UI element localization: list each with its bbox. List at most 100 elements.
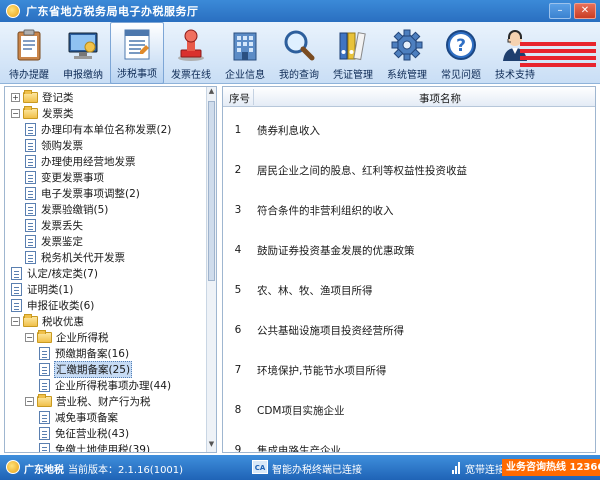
toolbar-button-clipboard[interactable]: 待办提醒 <box>2 22 56 84</box>
collapse-icon[interactable]: − <box>25 396 34 406</box>
tree-item[interactable]: − 营业税、财产行为税 <box>25 393 152 409</box>
toolbar-button-binders[interactable]: 凭证管理 <box>326 22 380 84</box>
row-item-name: 集成电路生产企业 <box>257 444 341 453</box>
toolbar-button-report[interactable]: 涉税事项 <box>110 22 164 84</box>
toolbar-button-building[interactable]: 企业信息 <box>218 22 272 84</box>
tree-item[interactable]: − 税收优惠 <box>11 313 85 329</box>
status-bar: 广东地税 当前版本：2.1.16(1001) CA 智能办税终端已连接 宽带连接… <box>0 455 600 480</box>
tree-item-label: 发票鉴定 <box>41 235 83 248</box>
tree-item[interactable]: 减免事项备案 <box>39 409 119 425</box>
tax-logo-icon <box>6 460 20 474</box>
list-row[interactable]: 6 公共基础设施项目投资经营所得 <box>223 310 595 350</box>
row-number: 5 <box>234 284 242 296</box>
report-icon <box>120 27 154 61</box>
hotline-banner: 业务咨询热线 12366 <box>502 459 600 476</box>
toolbar-button-monitor[interactable]: 申报缴纳 <box>56 22 110 84</box>
tree-item[interactable]: 证明类(1) <box>11 281 74 297</box>
collapse-icon[interactable]: − <box>11 316 20 326</box>
folder-icon <box>23 89 38 103</box>
tree-item[interactable]: 办理使用经营地发票 <box>25 153 137 169</box>
tree-item[interactable]: 发票验缴销(5) <box>25 201 109 217</box>
folder-icon <box>37 329 52 343</box>
redacted-banner <box>520 42 596 70</box>
list-row[interactable]: 2 居民企业之间的股息、红利等权益性投资收益 <box>223 150 595 190</box>
scroll-thumb[interactable] <box>208 101 215 281</box>
toolbar-button-stamp[interactable]: 发票在线 <box>164 22 218 84</box>
tree-item[interactable]: 免缴土地使用税(39) <box>39 441 151 453</box>
document-icon <box>11 266 22 280</box>
tree-item[interactable]: 变更发票事项 <box>25 169 105 185</box>
list-row[interactable]: 3 符合条件的非营利组织的收入 <box>223 190 595 230</box>
status-version: 当前版本：2.1.16(1001) <box>68 465 184 476</box>
tree-item[interactable]: + 登记类 <box>11 89 75 105</box>
tree-item-label: 发票丢失 <box>41 219 83 232</box>
scroll-down-icon[interactable]: ▼ <box>207 440 216 452</box>
tree-item[interactable]: 免征营业税(43) <box>39 425 130 441</box>
tree-item[interactable]: − 发票类 <box>11 105 75 121</box>
tree-item-label: 免缴土地使用税(39) <box>55 443 151 453</box>
tree-item[interactable]: 企业所得税事项办理(44) <box>39 377 172 393</box>
document-icon <box>39 426 50 440</box>
tree-item-label: 证明类(1) <box>27 283 74 296</box>
ca-certificate-icon: CA <box>252 460 268 474</box>
tree-scrollbar[interactable]: ▲ ▼ <box>206 87 216 452</box>
tree-item-label: 办理使用经营地发票 <box>41 155 136 168</box>
tree-item[interactable]: 发票丢失 <box>25 217 84 233</box>
status-org: 广东地税 <box>24 465 64 476</box>
tree-item[interactable]: 税务机关代开发票 <box>25 249 126 265</box>
tree-item-label: 企业所得税 <box>56 331 109 344</box>
row-number: 9 <box>234 444 242 453</box>
document-icon <box>25 218 36 232</box>
toolbar-button-magnifier[interactable]: 我的查询 <box>272 22 326 84</box>
toolbar-button-gear[interactable]: 系统管理 <box>380 22 434 84</box>
toolbar-label: 申报缴纳 <box>63 70 103 81</box>
tree-item[interactable]: − 企业所得税 <box>25 329 110 345</box>
tree-item-label: 汇缴期备案(25) <box>54 360 133 378</box>
list-row[interactable]: 4 鼓励证券投资基金发展的优惠政策 <box>223 230 595 270</box>
status-connection: 智能办税终端已连接 <box>272 465 362 476</box>
tree-item[interactable]: 发票鉴定 <box>25 233 84 249</box>
row-item-name: 符合条件的非营利组织的收入 <box>257 204 394 217</box>
tree-item[interactable]: 办理印有本单位名称发票(2) <box>25 121 172 137</box>
document-icon <box>39 346 50 360</box>
list-row[interactable]: 5 农、林、牧、渔项目所得 <box>223 270 595 310</box>
tree-item[interactable]: 领购发票 <box>25 137 84 153</box>
row-number: 8 <box>234 404 242 416</box>
tree-item[interactable]: 汇缴期备案(25) <box>39 360 133 378</box>
collapse-icon[interactable]: − <box>11 108 20 118</box>
list-row[interactable]: 8 CDM项目实施企业 <box>223 390 595 430</box>
clipboard-icon <box>12 28 46 62</box>
tree-item-label: 变更发票事项 <box>41 171 104 184</box>
document-icon <box>11 282 22 296</box>
scroll-up-icon[interactable]: ▲ <box>207 87 216 99</box>
status-network: 宽带连接 <box>465 465 505 476</box>
close-button[interactable]: ✕ <box>574 3 596 19</box>
row-number: 7 <box>234 364 242 376</box>
collapse-icon[interactable]: − <box>25 332 34 342</box>
document-icon <box>25 138 36 152</box>
folder-icon <box>23 105 38 119</box>
tree-item[interactable]: 认定/核定类(7) <box>11 265 99 281</box>
row-number: 4 <box>234 244 242 256</box>
app-logo-icon <box>6 4 20 18</box>
list-row[interactable]: 1 债券利息收入 <box>223 110 595 150</box>
title-bar: 广东省地方税务局电子办税服务厅 – ✕ <box>0 0 600 22</box>
column-number-header: 序号 <box>229 93 250 105</box>
list-row[interactable]: 9 集成电路生产企业 <box>223 430 595 453</box>
tree-item-label: 办理印有本单位名称发票(2) <box>41 123 172 136</box>
toolbar-label: 常见问题 <box>441 70 481 81</box>
toolbar-button-help[interactable]: ? 常见问题 <box>434 22 488 84</box>
list-row[interactable]: 7 环境保护,节能节水项目所得 <box>223 350 595 390</box>
document-icon <box>25 154 36 168</box>
minimize-button[interactable]: – <box>549 3 571 19</box>
tree-item-label: 免征营业税(43) <box>55 427 130 440</box>
toolbar-label: 待办提醒 <box>9 70 49 81</box>
row-item-name: CDM项目实施企业 <box>257 404 345 417</box>
expand-icon[interactable]: + <box>11 92 20 102</box>
tree-item[interactable]: 申报征收类(6) <box>11 297 95 313</box>
tree-item-label: 电子发票事项调整(2) <box>41 187 140 200</box>
row-number: 3 <box>234 204 242 216</box>
tree-item[interactable]: 电子发票事项调整(2) <box>25 185 141 201</box>
tree-item-label: 减免事项备案 <box>55 411 118 424</box>
tree-item[interactable]: 预缴期备案(16) <box>39 345 130 361</box>
